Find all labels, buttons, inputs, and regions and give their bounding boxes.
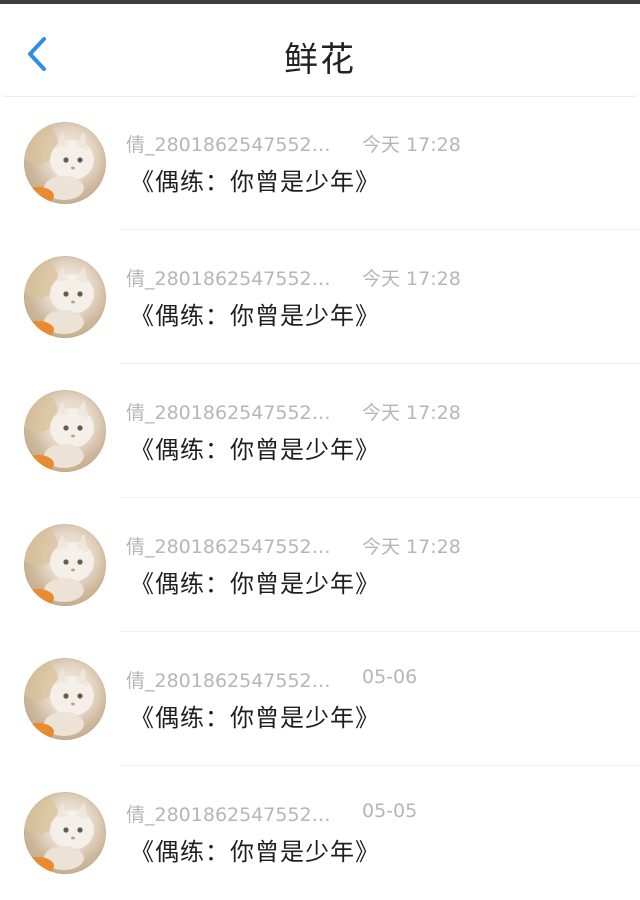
avatar[interactable]	[24, 524, 106, 606]
timestamp: 今天 17:28	[362, 536, 461, 558]
list-item[interactable]: 倩_280186254755297... 今天 17:28 《偶练：你曾是少年》	[0, 498, 640, 632]
avatar[interactable]	[24, 256, 106, 338]
timestamp: 今天 17:28	[362, 134, 461, 156]
cat-avatar-icon	[24, 794, 94, 874]
cat-avatar-icon	[24, 660, 94, 740]
sender-name: 倩_280186254755297...	[126, 804, 332, 826]
gift-book-title[interactable]: 《偶练：你曾是少年》	[130, 296, 380, 331]
cat-avatar-icon	[24, 392, 94, 472]
timestamp: 05-05	[362, 800, 418, 822]
record-meta: 倩_280186254755297... 今天 17:28	[126, 398, 626, 424]
flower-record-list: 倩_280186254755297... 今天 17:28 《偶练：你曾是少年》…	[0, 96, 640, 900]
navigation-bar: 鲜花	[0, 4, 640, 97]
sender-name: 倩_280186254755297...	[126, 536, 332, 558]
record-meta: 倩_280186254755297... 今天 17:28	[126, 532, 626, 558]
page-title: 鲜花	[284, 40, 356, 80]
gift-book-title[interactable]: 《偶练：你曾是少年》	[130, 162, 380, 197]
list-item[interactable]: 倩_280186254755297... 05-05 《偶练：你曾是少年》	[0, 766, 640, 900]
record-meta: 倩_280186254755297... 05-06	[126, 666, 626, 692]
cat-avatar-icon	[24, 124, 94, 204]
cat-avatar-icon	[24, 258, 94, 338]
avatar[interactable]	[24, 658, 106, 740]
sender-name: 倩_280186254755297...	[126, 670, 332, 692]
avatar[interactable]	[24, 792, 106, 874]
cat-avatar-icon	[24, 526, 94, 606]
list-item[interactable]: 倩_280186254755297... 今天 17:28 《偶练：你曾是少年》	[0, 364, 640, 498]
gift-book-title[interactable]: 《偶练：你曾是少年》	[130, 564, 380, 599]
gift-book-title[interactable]: 《偶练：你曾是少年》	[130, 698, 380, 733]
list-item[interactable]: 倩_280186254755297... 05-06 《偶练：你曾是少年》	[0, 632, 640, 766]
timestamp: 今天 17:28	[362, 402, 461, 424]
sender-name: 倩_280186254755297...	[126, 268, 332, 290]
timestamp: 05-06	[362, 666, 418, 688]
list-item[interactable]: 倩_280186254755297... 今天 17:28 《偶练：你曾是少年》	[0, 96, 640, 230]
record-meta: 倩_280186254755297... 今天 17:28	[126, 130, 626, 156]
sender-name: 倩_280186254755297...	[126, 402, 332, 424]
gift-book-title[interactable]: 《偶练：你曾是少年》	[130, 430, 380, 465]
timestamp: 今天 17:28	[362, 268, 461, 290]
record-meta: 倩_280186254755297... 今天 17:28	[126, 264, 626, 290]
sender-name: 倩_280186254755297...	[126, 134, 332, 156]
avatar[interactable]	[24, 122, 106, 204]
gift-book-title[interactable]: 《偶练：你曾是少年》	[130, 832, 380, 867]
list-item[interactable]: 倩_280186254755297... 今天 17:28 《偶练：你曾是少年》	[0, 230, 640, 364]
record-meta: 倩_280186254755297... 05-05	[126, 800, 626, 826]
avatar[interactable]	[24, 390, 106, 472]
